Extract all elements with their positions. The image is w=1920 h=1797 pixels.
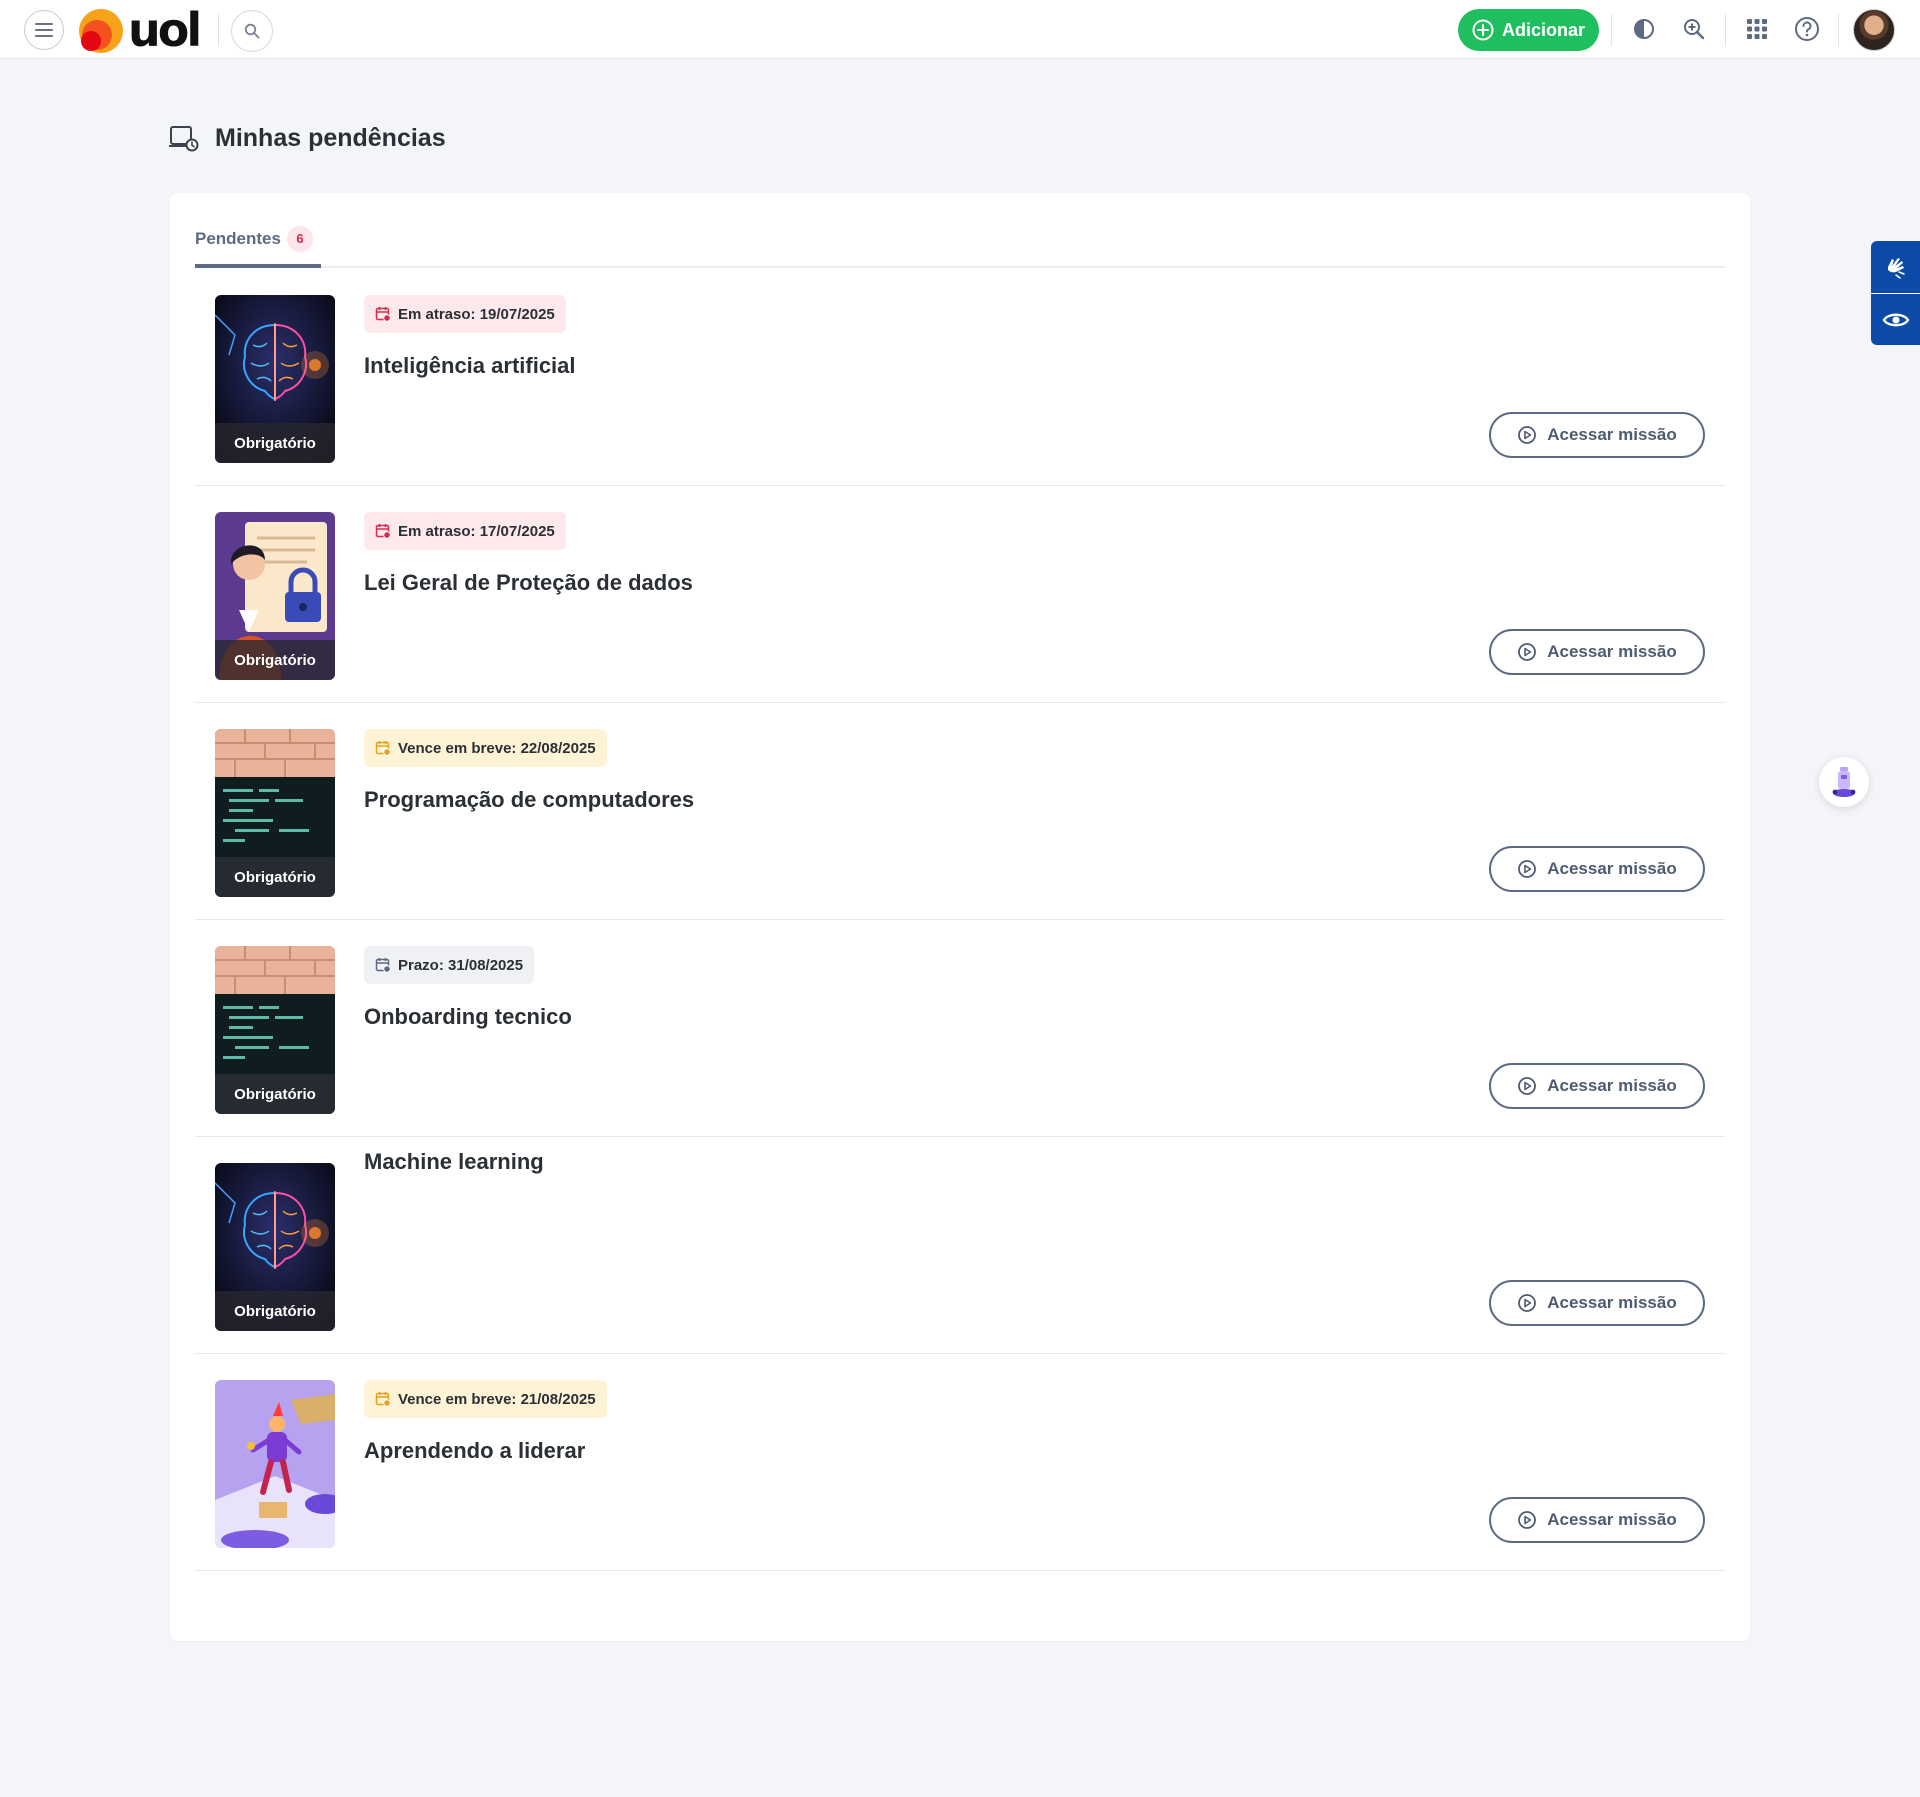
- mission-title[interactable]: Lei Geral de Proteção de dados: [364, 570, 693, 596]
- mandatory-label: Obrigatório: [215, 423, 335, 463]
- access-mission-button[interactable]: Acessar missão: [1489, 412, 1705, 458]
- mandatory-label: Obrigatório: [215, 1291, 335, 1331]
- divider: [1838, 14, 1839, 46]
- apps-grid-icon: [1747, 19, 1767, 39]
- due-date-badge: Em atraso: 17/07/2025: [364, 512, 566, 550]
- mission-title[interactable]: Machine learning: [364, 1149, 544, 1175]
- due-date-text: Vence em breve: 21/08/2025: [398, 1390, 596, 1408]
- tabs-bar: Pendentes 6: [195, 223, 1725, 268]
- help-button[interactable]: [1792, 14, 1822, 44]
- mission-thumbnail[interactable]: Obrigatório: [215, 946, 335, 1114]
- due-date-text: Em atraso: 17/07/2025: [398, 522, 555, 540]
- mission-row: Obrigatório Em atraso: 17/07/2025 Lei Ge…: [195, 486, 1725, 703]
- logo-text: uol: [128, 3, 202, 57]
- access-mission-button[interactable]: Acessar missão: [1489, 629, 1705, 675]
- mission-row: Vence em breve: 21/08/2025 Aprendendo a …: [195, 1354, 1725, 1571]
- leader-3d-image: [215, 1380, 335, 1548]
- sign-language-button[interactable]: [1871, 241, 1920, 293]
- eye-icon: [1882, 313, 1909, 326]
- assistant-robot-icon: [1832, 767, 1856, 797]
- access-mission-button[interactable]: Acessar missão: [1489, 1497, 1705, 1543]
- mission-title[interactable]: Onboarding tecnico: [364, 1004, 572, 1030]
- mission-row: Obrigatório Prazo: 31/08/2025 Onboarding…: [195, 920, 1725, 1137]
- uol-logo[interactable]: uol: [78, 6, 208, 54]
- top-bar: uol Adicionar: [0, 0, 1920, 59]
- sun-logo-icon: [79, 9, 123, 53]
- access-mission-button[interactable]: Acessar missão: [1489, 846, 1705, 892]
- divider: [1611, 14, 1612, 46]
- mission-row: Obrigatório Machine learning Acessar mis…: [195, 1137, 1725, 1354]
- mission-thumbnail[interactable]: [215, 1380, 335, 1548]
- tab-label: Pendentes: [195, 228, 281, 248]
- calendar-icon: [375, 741, 391, 756]
- search-button[interactable]: [231, 10, 273, 52]
- plus-circle-icon: [1472, 19, 1494, 41]
- accessibility-panel: [1871, 241, 1920, 345]
- play-circle-icon: [1518, 1511, 1537, 1529]
- due-date-badge: Vence em breve: 22/08/2025: [364, 729, 607, 767]
- pending-missions-card: Pendentes 6 Obrigatório Em atraso: 19/07…: [170, 193, 1750, 1641]
- mission-title[interactable]: Programação de computadores: [364, 787, 694, 813]
- due-date-badge: Prazo: 31/08/2025: [364, 946, 535, 984]
- visibility-button[interactable]: [1871, 293, 1920, 345]
- play-circle-icon: [1518, 426, 1537, 444]
- due-date-text: Vence em breve: 22/08/2025: [398, 739, 596, 757]
- page-header: Minhas pendências: [169, 120, 446, 156]
- hamburger-icon: [35, 23, 53, 37]
- add-button-label: Adicionar: [1501, 19, 1585, 40]
- pending-tasks-icon: [169, 126, 199, 152]
- zoom-in-icon: [1684, 19, 1705, 40]
- due-date-text: Prazo: 31/08/2025: [398, 956, 524, 974]
- calendar-icon: [375, 1392, 391, 1407]
- access-mission-button[interactable]: Acessar missão: [1489, 1063, 1705, 1109]
- mission-thumbnail[interactable]: Obrigatório: [215, 729, 335, 897]
- play-circle-icon: [1518, 1294, 1537, 1312]
- access-mission-label: Acessar missão: [1547, 859, 1677, 878]
- access-mission-button[interactable]: Acessar missão: [1489, 1280, 1705, 1326]
- play-circle-icon: [1518, 860, 1537, 878]
- tab-count-badge: 6: [286, 225, 313, 252]
- calendar-icon: [375, 307, 391, 322]
- mission-thumbnail[interactable]: Obrigatório: [215, 295, 335, 463]
- divider: [218, 14, 219, 46]
- mission-title[interactable]: Inteligência artificial: [364, 353, 576, 379]
- calendar-icon: [375, 958, 391, 973]
- mission-title[interactable]: Aprendendo a liderar: [364, 1438, 585, 1464]
- play-circle-icon: [1518, 643, 1537, 661]
- assistant-button[interactable]: [1819, 757, 1869, 807]
- divider: [1725, 14, 1726, 46]
- access-mission-label: Acessar missão: [1547, 1293, 1677, 1312]
- zoom-button[interactable]: [1679, 14, 1709, 44]
- mission-row: Obrigatório Em atraso: 19/07/2025 Inteli…: [195, 269, 1725, 486]
- access-mission-label: Acessar missão: [1547, 425, 1677, 444]
- mission-thumbnail[interactable]: Obrigatório: [215, 512, 335, 680]
- mandatory-label: Obrigatório: [215, 857, 335, 897]
- due-date-badge: Em atraso: 19/07/2025: [364, 295, 566, 333]
- mandatory-label: Obrigatório: [215, 1074, 335, 1114]
- access-mission-label: Acessar missão: [1547, 1076, 1677, 1095]
- contrast-icon: [1634, 19, 1654, 39]
- menu-button[interactable]: [24, 10, 64, 50]
- user-avatar[interactable]: [1853, 9, 1895, 51]
- mission-row: Obrigatório Vence em breve: 22/08/2025 P…: [195, 703, 1725, 920]
- mandatory-label: Obrigatório: [215, 640, 335, 680]
- play-circle-icon: [1518, 1077, 1537, 1095]
- help-icon: [1795, 17, 1819, 41]
- search-icon: [244, 23, 260, 39]
- apps-button[interactable]: [1742, 14, 1772, 44]
- contrast-button[interactable]: [1629, 14, 1659, 44]
- tab-pendentes[interactable]: Pendentes 6: [195, 223, 321, 268]
- calendar-icon: [375, 524, 391, 539]
- add-button[interactable]: Adicionar: [1458, 9, 1599, 51]
- due-date-badge: Vence em breve: 21/08/2025: [364, 1380, 607, 1418]
- due-date-text: Em atraso: 19/07/2025: [398, 305, 555, 323]
- sign-language-icon: [1887, 258, 1905, 279]
- page-title: Minhas pendências: [215, 123, 446, 152]
- mission-thumbnail[interactable]: Obrigatório: [215, 1163, 335, 1331]
- access-mission-label: Acessar missão: [1547, 1510, 1677, 1529]
- access-mission-label: Acessar missão: [1547, 642, 1677, 661]
